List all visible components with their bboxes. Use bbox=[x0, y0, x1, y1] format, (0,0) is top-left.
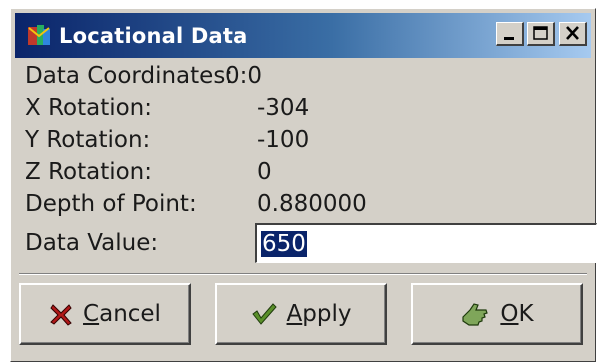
z-rotation-label: Z Rotation: bbox=[25, 159, 153, 185]
z-rotation-value: 0 bbox=[257, 159, 272, 185]
title-bar[interactable]: Locational Data bbox=[15, 13, 591, 58]
minimize-button[interactable] bbox=[496, 22, 524, 46]
apply-mnemonic: A bbox=[286, 301, 303, 327]
separator bbox=[19, 273, 587, 275]
maximize-icon bbox=[533, 26, 548, 40]
depth-of-point-label: Depth of Point: bbox=[25, 191, 197, 217]
data-value-label: Data Value: bbox=[25, 230, 159, 256]
data-value-text: 650 bbox=[261, 230, 307, 257]
y-rotation-value: -100 bbox=[257, 127, 310, 153]
y-rotation-label: Y Rotation: bbox=[25, 127, 151, 153]
apply-button[interactable]: Apply bbox=[215, 283, 387, 345]
locational-data-dialog: Locational Data Data Coordinates: 0:0 X bbox=[10, 8, 597, 362]
cancel-label: ancel bbox=[99, 301, 161, 327]
apply-label: pply bbox=[302, 301, 352, 327]
ok-label: K bbox=[518, 301, 534, 327]
x-rotation-value: -304 bbox=[257, 95, 310, 121]
minimize-icon bbox=[504, 37, 514, 40]
cancel-mnemonic: C bbox=[83, 301, 100, 327]
checkmark-icon bbox=[251, 302, 277, 326]
data-coordinates-value: 0:0 bbox=[225, 63, 263, 89]
close-icon bbox=[566, 26, 579, 40]
data-coordinates-label: Data Coordinates: bbox=[25, 63, 234, 89]
window-title: Locational Data bbox=[59, 23, 248, 48]
x-mark-icon bbox=[49, 302, 73, 326]
ok-mnemonic: O bbox=[500, 301, 519, 327]
x-rotation-label: X Rotation: bbox=[25, 95, 153, 121]
maximize-button[interactable] bbox=[527, 22, 555, 46]
hand-icon bbox=[460, 301, 490, 327]
data-value-input[interactable]: 650 bbox=[255, 223, 597, 263]
app-icon bbox=[27, 24, 51, 48]
ok-button[interactable]: OK bbox=[411, 283, 583, 345]
cancel-button[interactable]: Cancel bbox=[19, 283, 191, 345]
depth-of-point-value: 0.880000 bbox=[257, 191, 367, 217]
close-button[interactable] bbox=[559, 22, 587, 46]
